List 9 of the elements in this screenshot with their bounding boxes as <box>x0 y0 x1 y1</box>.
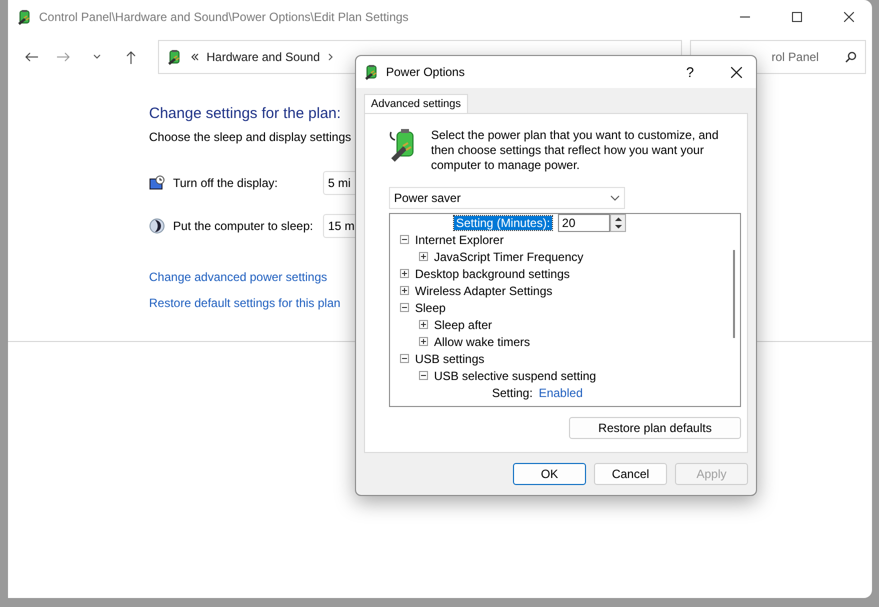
page-description: Choose the sleep and display settings <box>149 130 352 144</box>
search-placeholder: rol Panel <box>771 50 819 64</box>
plan-dropdown-value: Power saver <box>394 191 461 205</box>
description-text: Select the power plan that you want to customize, and then choose settings that reflect how you want your computer to manage power. <box>431 128 720 173</box>
setting-label: Turn off the display: <box>173 176 279 190</box>
window-title: Control Panel\Hardware and Sound\Power Options\Edit Plan Settings <box>39 10 410 24</box>
setting-label: Put the computer to sleep: <box>173 219 314 233</box>
page-heading: Change settings for the plan: <box>149 105 341 122</box>
dialog-title: Power Options <box>386 65 466 79</box>
